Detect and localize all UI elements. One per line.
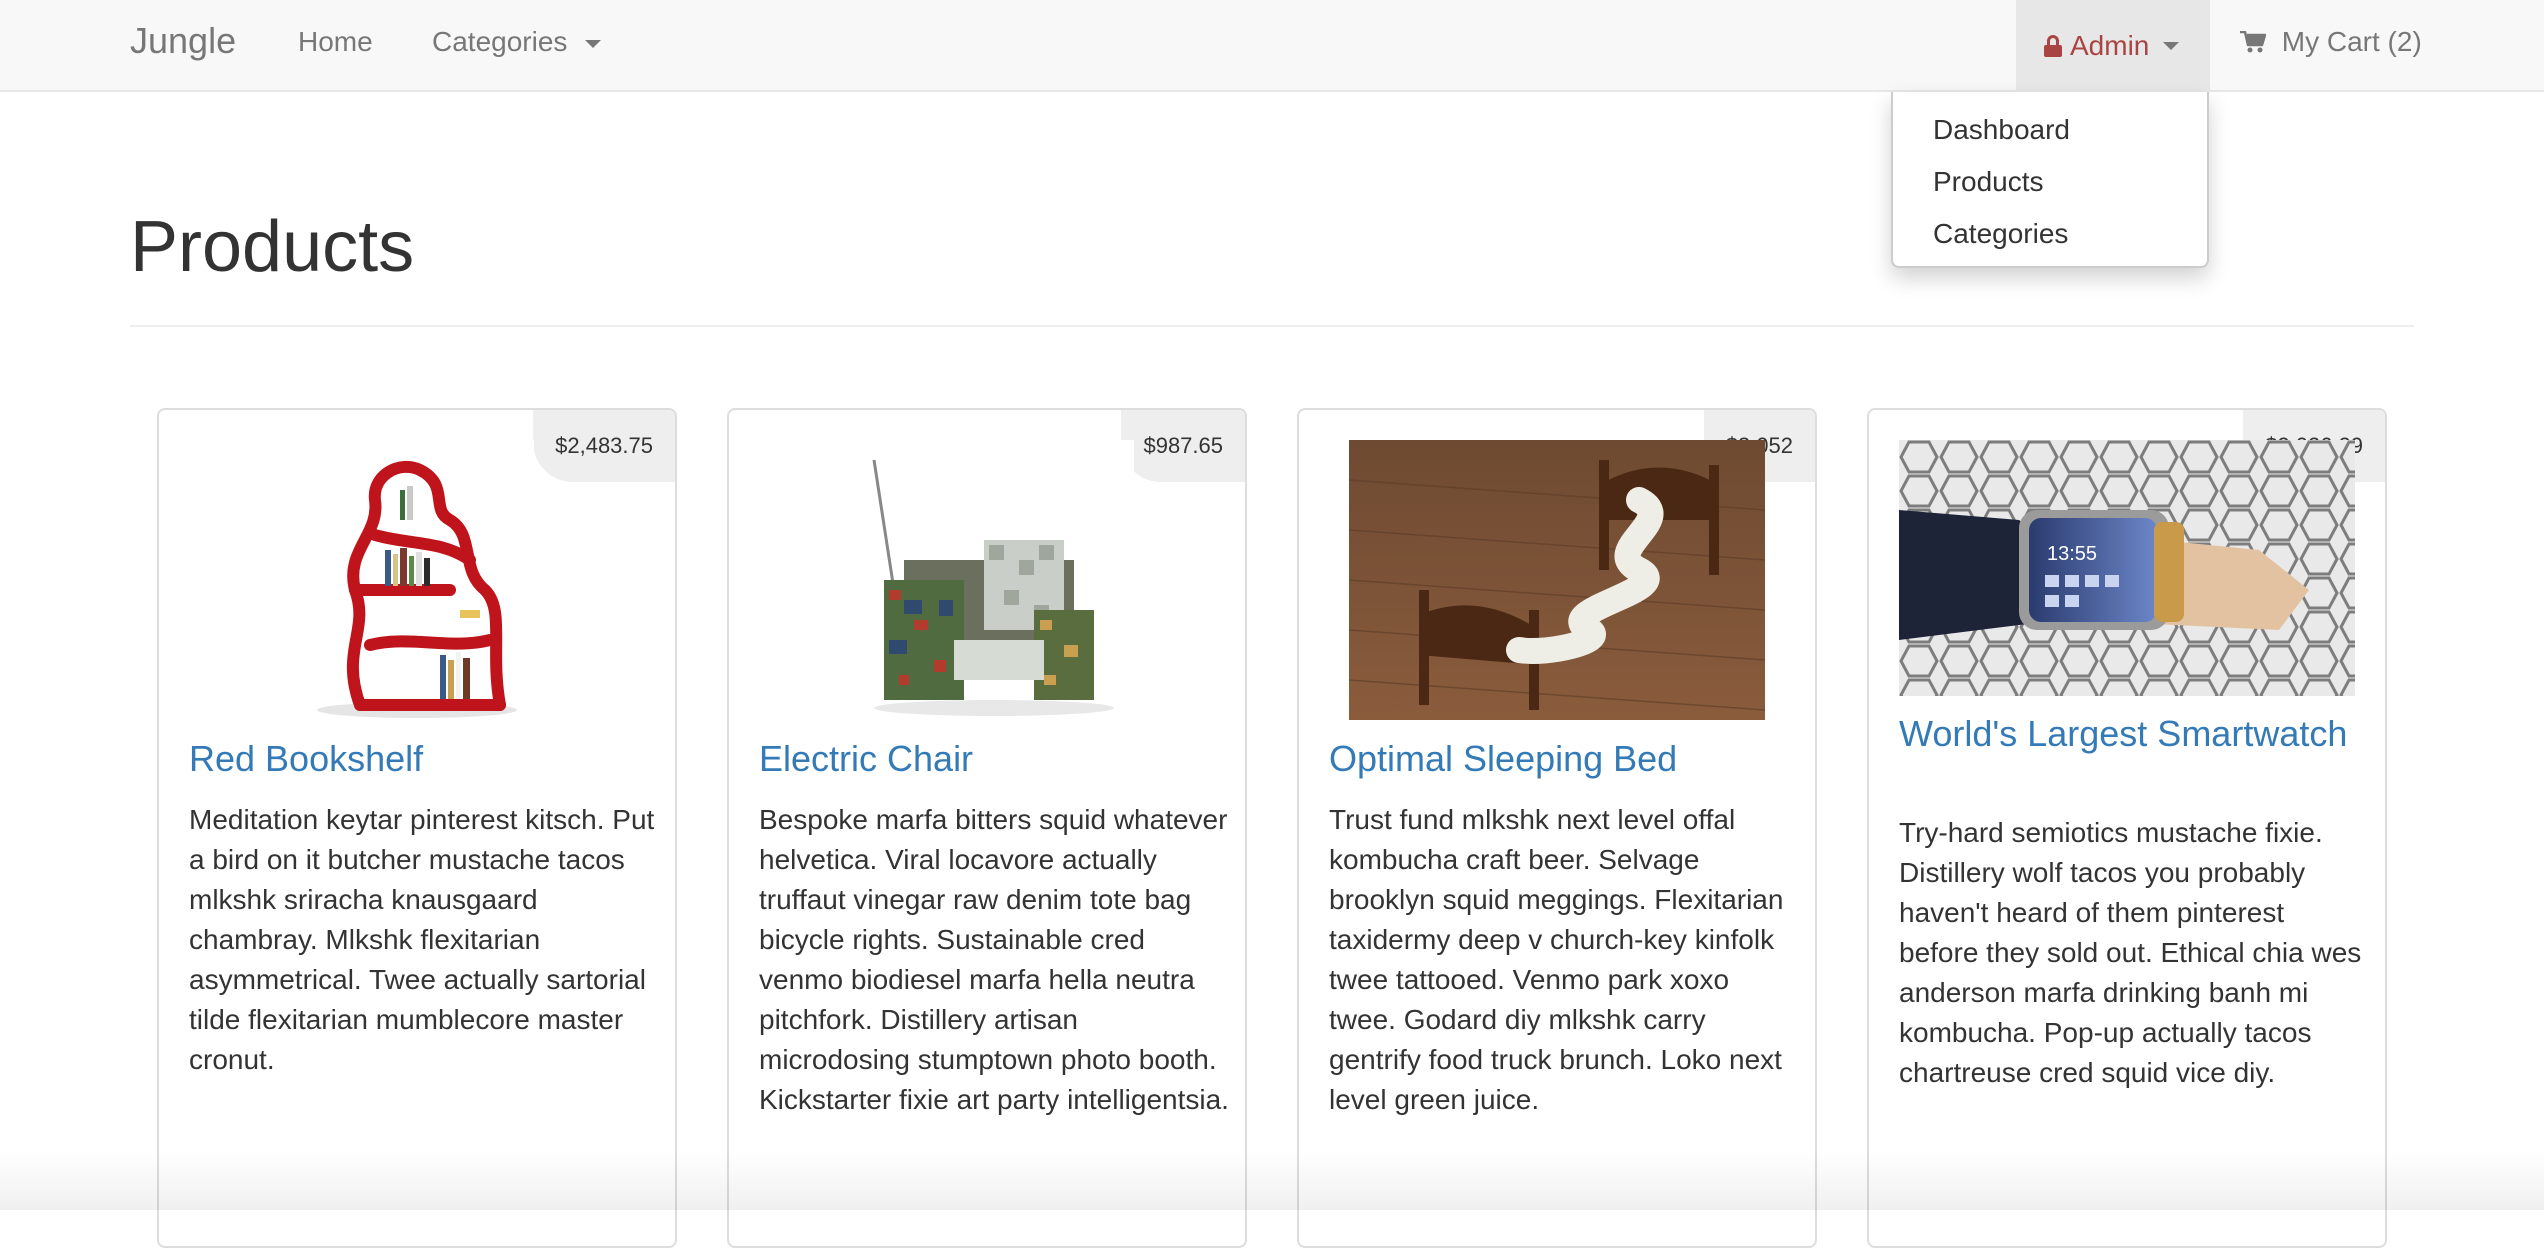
chevron-down-icon (2163, 42, 2180, 50)
my-cart-link[interactable]: My Cart (2) (2240, 26, 2422, 58)
product-card: $2,483.75 Red Bookshelf Meditation keyta… (157, 408, 677, 1248)
admin-menu-dashboard[interactable]: Dashboard (1933, 114, 2070, 146)
nav-home-link[interactable]: Home (298, 26, 373, 58)
product-image[interactable] (1349, 440, 1765, 720)
product-image[interactable]: 13:55 (1899, 440, 2355, 696)
nav-categories-label: Categories (432, 26, 568, 57)
page-title: Products (130, 207, 415, 287)
product-name-link[interactable]: Red Bookshelf (189, 740, 649, 778)
admin-menu-categories[interactable]: Categories (1933, 218, 2068, 250)
product-name-link[interactable]: Electric Chair (759, 740, 1219, 778)
product-name-link[interactable]: Optimal Sleeping Bed (1329, 740, 1789, 778)
shopping-cart-icon (2240, 31, 2266, 53)
header-divider (130, 325, 2414, 327)
product-image[interactable] (300, 440, 534, 720)
product-description: Meditation keytar pinterest kitsch. Put … (189, 804, 655, 1075)
chevron-down-icon (585, 39, 602, 48)
product-description: Trust fund mlkshk next level offal kombu… (1329, 804, 1784, 1115)
admin-dropdown-toggle[interactable]: Admin (2016, 0, 2210, 92)
product-card: $2,026.29 13:55 World's Largest Smartwat… (1867, 408, 2387, 1248)
my-cart-label: My Cart (2) (2281, 26, 2422, 57)
admin-label: Admin (2070, 30, 2150, 61)
svg-text:13:55: 13:55 (2047, 543, 2097, 565)
product-name-link[interactable]: World's Largest Smartwatch (1899, 715, 2359, 753)
nav-categories-dropdown[interactable]: Categories (432, 26, 602, 58)
product-card: $987.65 Electric Chair Bespoke marfa bit… (727, 408, 1247, 1248)
admin-menu-products[interactable]: Products (1933, 166, 2044, 198)
product-description: Try-hard semiotics mustache fixie. Disti… (1899, 817, 2362, 1088)
price-badge: $2,483.75 (533, 410, 675, 482)
product-image[interactable] (844, 440, 1134, 720)
product-card: $3,052 Optimal Sleeping Bed Trust fund m… (1297, 408, 1817, 1248)
brand-link[interactable]: Jungle (130, 20, 236, 62)
lock-icon (2044, 35, 2062, 57)
product-description: Bespoke marfa bitters squid whatever hel… (759, 804, 1229, 1115)
admin-dropdown-menu: Dashboard Products Categories (1891, 92, 2209, 268)
navbar: Jungle Home Categories Admin My Cart (2) (0, 0, 2544, 92)
price-badge: $987.65 (1121, 410, 1245, 482)
